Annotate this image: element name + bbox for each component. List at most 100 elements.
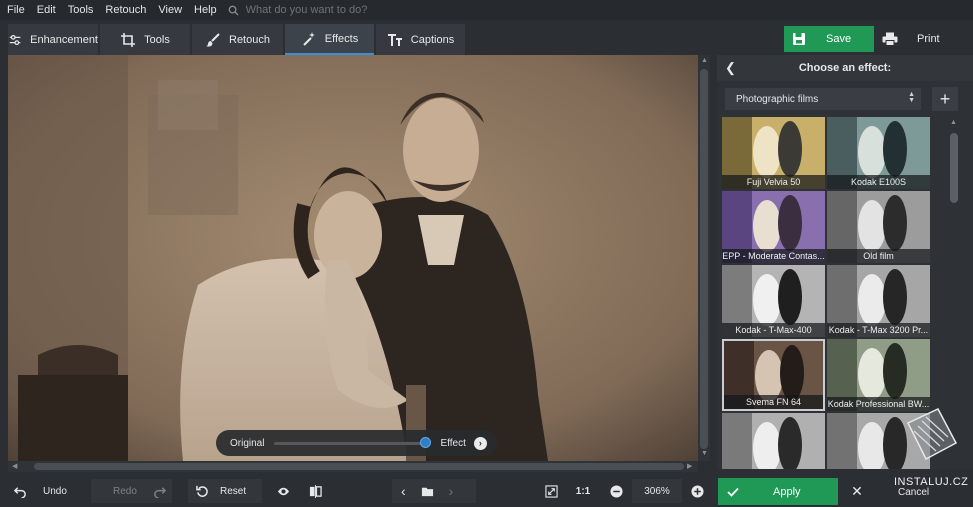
add-effect-button[interactable]: + [932,87,958,111]
menu-help[interactable]: Help [187,0,222,20]
effect-thumb[interactable]: Kodak - T-Max 3200 Pr... [827,265,930,337]
undo-icon [14,486,26,498]
effect-label: Effect [440,437,466,449]
search-input[interactable] [243,3,448,17]
effect-thumb-selected[interactable]: Svema FN 64 [722,339,825,411]
category-value: Photographic films [736,93,819,105]
tab-captions[interactable]: Captions [376,24,465,55]
tab-label: Captions [410,33,455,46]
menu-view[interactable]: View [151,0,187,20]
sliders-icon [9,34,21,45]
canvas-vertical-scrollbar[interactable]: ▲ ▼ [698,55,710,461]
plus-icon: + [939,88,951,109]
tab-retouch[interactable]: Retouch [192,24,283,55]
compare-view-button[interactable] [302,479,328,503]
apply-label: Apply [773,485,801,498]
scroll-thumb[interactable] [950,133,958,203]
effect-label: Kodak E100S [827,175,930,189]
photo-image [8,55,698,461]
effect-label: Svema FN 64 [724,395,823,409]
fit-screen-button[interactable] [542,479,560,503]
cancel-label: Cancel [898,487,930,498]
compare-slider: Original Effect › [216,430,497,456]
eye-icon [277,487,289,495]
brush-icon [206,32,220,47]
effect-thumb[interactable]: Kodak E100S [827,117,930,189]
tab-label: Retouch [229,33,270,46]
floppy-disk-icon [793,33,805,45]
fit-to-screen-icon [544,484,558,498]
print-button[interactable]: Print [878,26,970,52]
menu-edit[interactable]: Edit [30,0,61,20]
zoom-1-1-button[interactable]: 1:1 [569,479,597,503]
print-label: Print [917,33,940,45]
preview-button[interactable] [270,479,296,503]
panel-header: ❮ Choose an effect: [717,55,973,81]
save-label: Save [826,33,852,45]
scroll-thumb[interactable] [700,69,708,449]
search-icon [228,5,239,16]
previous-file-icon[interactable]: ‹ [401,483,406,499]
menu-tools[interactable]: Tools [61,0,99,20]
scroll-right-icon[interactable]: ▶ [687,462,692,470]
redo-icon [154,486,166,498]
effect-thumb[interactable] [722,413,825,469]
undo-button[interactable]: Undo [8,479,88,503]
menu-retouch[interactable]: Retouch [98,0,151,20]
zoom-out-button[interactable] [608,479,624,503]
text-icon [387,33,402,46]
category-select[interactable]: Photographic films ▲ ▼ [725,88,921,110]
tab-effects[interactable]: Effects [285,24,374,55]
zoom-in-button[interactable] [689,479,705,503]
magic-wand-icon [303,31,315,46]
file-navigation: ‹ › [392,479,476,503]
effect-label: Kodak - T-Max 3200 Pr... [827,323,930,337]
minus-circle-icon [609,484,623,498]
effect-label: Old film [827,249,930,263]
zoom-value: 306% [644,485,670,497]
tab-label: Enhancement [30,33,98,46]
compare-track[interactable] [274,436,432,448]
save-button[interactable]: Save [784,26,874,52]
scroll-up-icon[interactable]: ▲ [950,119,957,126]
scroll-thumb[interactable] [34,463,684,470]
photo-canvas[interactable] [8,55,698,461]
printer-icon [882,32,898,46]
canvas-horizontal-scrollbar[interactable]: ◀ ▶ [8,461,698,472]
effect-thumb[interactable]: Kodak - T-Max-400 [722,265,825,337]
zoom-fit-label: 1:1 [575,485,591,497]
scroll-left-icon[interactable]: ◀ [12,462,17,470]
scroll-down-icon[interactable]: ▼ [701,450,708,457]
checkmark-icon [727,487,739,497]
updown-caret-icon: ▲ ▼ [908,91,915,104]
scroll-up-icon[interactable]: ▲ [701,57,708,64]
plus-circle-icon [690,484,704,498]
split-view-icon [309,484,322,498]
tab-label: Tools [144,33,170,46]
apply-button[interactable]: Apply [718,478,838,505]
effect-thumb[interactable]: Old film [827,191,930,263]
tab-tools[interactable]: Tools [100,24,190,55]
bottom-toolbar: Undo Redo Reset ‹ › 1:1 306% Apply ✕ [0,472,973,507]
redo-button[interactable]: Redo [91,479,172,503]
next-file-icon[interactable]: › [449,483,454,499]
effect-thumb[interactable]: Fuji Velvia 50 [722,117,825,189]
folder-icon[interactable] [421,485,434,498]
effect-label: Fuji Velvia 50 [722,175,825,189]
effect-thumb[interactable]: EPP - Moderate Contas... [722,191,825,263]
reset-icon [196,485,208,497]
tab-enhancement[interactable]: Enhancement [8,24,98,55]
menu-file[interactable]: File [0,0,30,20]
search-box[interactable] [228,3,448,17]
reset-button[interactable]: Reset [188,479,262,503]
cancel-button[interactable]: ✕ [850,479,864,503]
menu-bar: File Edit Tools Retouch View Help [0,0,973,20]
redo-label: Redo [113,485,137,497]
main-toolbar: Enhancement Tools Retouch Effects Captio… [0,20,973,55]
original-label: Original [230,437,265,449]
panel-title: Choose an effect: [798,62,892,74]
compare-knob[interactable] [420,436,432,448]
undo-label: Undo [43,485,67,497]
zoom-level[interactable]: 306% [632,479,682,503]
next-arrow-icon[interactable]: › [473,436,487,450]
